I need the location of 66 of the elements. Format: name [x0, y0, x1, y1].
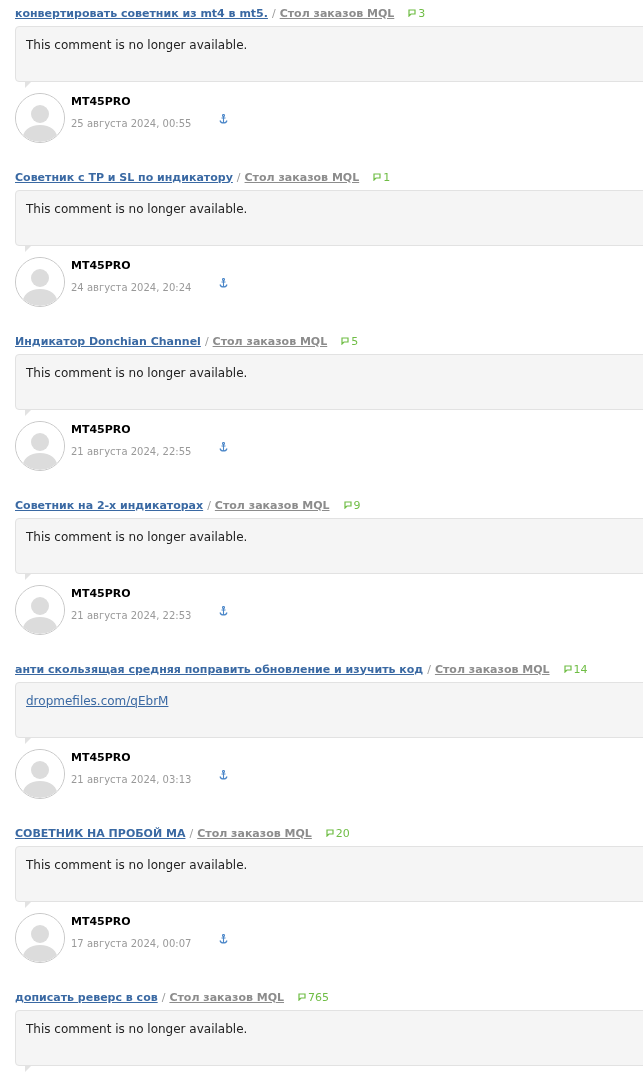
avatar	[15, 257, 65, 307]
reply-count: 5	[351, 334, 359, 348]
anchor-icon[interactable]	[219, 277, 229, 288]
speech-bubble-icon	[341, 337, 350, 345]
post-date: 21 августа 2024, 22:55	[71, 446, 192, 457]
author-name[interactable]: MT45PRO	[71, 587, 229, 600]
category-link[interactable]: Стол заказов MQL	[212, 334, 328, 348]
reply-count: 765	[308, 990, 330, 1004]
anchor-icon[interactable]	[219, 441, 229, 452]
post-date: 21 августа 2024, 03:13	[71, 774, 192, 785]
separator: /	[189, 826, 194, 840]
post-date: 17 августа 2024, 00:07	[71, 938, 192, 949]
post-date: 25 августа 2024, 00:55	[71, 118, 192, 129]
speech-bubble-icon	[373, 173, 382, 181]
topic-link[interactable]: конвертировать советник из mt4 в mt5.	[15, 6, 268, 20]
category-link[interactable]: Стол заказов MQL	[214, 498, 330, 512]
category-link[interactable]: Стол заказов MQL	[169, 990, 285, 1004]
reply-count: 3	[418, 6, 426, 20]
post-date: 21 августа 2024, 22:53	[71, 610, 192, 621]
avatar	[15, 93, 65, 143]
topic-link[interactable]: дописать реверс в сов	[15, 990, 158, 1004]
separator: /	[236, 170, 241, 184]
reply-count: 20	[335, 826, 350, 840]
speech-bubble-icon	[325, 829, 334, 837]
speech-bubble-icon	[563, 665, 572, 673]
comment-text: This comment is no longer available.	[26, 366, 248, 380]
comment-text: This comment is no longer available.	[26, 1022, 248, 1036]
reply-count: 9	[353, 498, 361, 512]
avatar	[15, 421, 65, 471]
separator: /	[204, 334, 209, 348]
reply-count: 14	[573, 662, 588, 676]
category-link[interactable]: Стол заказов MQL	[434, 662, 550, 676]
anchor-icon[interactable]	[219, 605, 229, 616]
category-link[interactable]: Стол заказов MQL	[244, 170, 360, 184]
speech-bubble-icon	[343, 501, 352, 509]
post-date: 24 августа 2024, 20:24	[71, 282, 192, 293]
author-name[interactable]: MT45PRO	[71, 259, 229, 272]
category-link[interactable]: Стол заказов MQL	[279, 6, 395, 20]
anchor-icon[interactable]	[219, 933, 229, 944]
avatar	[15, 749, 65, 799]
anchor-icon[interactable]	[219, 769, 229, 780]
topic-link[interactable]: СОВЕТНИК НА ПРОБОЙ МА	[15, 826, 186, 840]
comment-text: This comment is no longer available.	[26, 38, 248, 52]
separator: /	[161, 990, 166, 1004]
comment-text: This comment is no longer available.	[26, 202, 248, 216]
comment-text: This comment is no longer available.	[26, 530, 248, 544]
author-name[interactable]: MT45PRO	[71, 423, 229, 436]
speech-bubble-icon	[298, 993, 307, 1001]
topic-link[interactable]: анти скользящая средняя поправить обновление и изучить код	[15, 662, 424, 676]
avatar	[15, 913, 65, 963]
category-link[interactable]: Стол заказов MQL	[197, 826, 312, 840]
topic-link[interactable]: Советник с TP и SL по индикатору	[15, 170, 233, 184]
speech-bubble-icon	[408, 9, 417, 17]
author-name[interactable]: MT45PRO	[71, 751, 229, 764]
topic-link[interactable]: Индикатор Donchian Channel	[15, 334, 201, 348]
author-name[interactable]: MT45PRO	[71, 95, 229, 108]
separator: /	[427, 662, 431, 676]
separator: /	[271, 6, 276, 20]
anchor-icon[interactable]	[219, 113, 229, 124]
avatar	[15, 585, 65, 635]
separator: /	[207, 498, 211, 512]
comment-link[interactable]: dropmefiles.com/qEbrM	[26, 694, 169, 708]
comment-text: This comment is no longer available.	[26, 858, 248, 872]
topic-link[interactable]: Советник на 2-х индикаторах	[15, 498, 204, 512]
reply-count: 1	[383, 170, 391, 184]
author-name[interactable]: MT45PRO	[71, 915, 229, 928]
